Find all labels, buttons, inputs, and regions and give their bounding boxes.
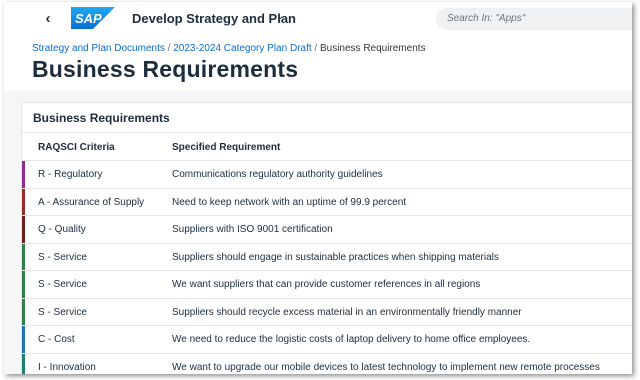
breadcrumb-link-strategy[interactable]: Strategy and Plan Documents bbox=[32, 43, 165, 54]
requirements-table-body: R - Regulatory Communications regulatory… bbox=[22, 160, 632, 374]
row-color-marker bbox=[22, 161, 25, 188]
sap-logo[interactable]: SAP bbox=[71, 7, 115, 29]
criteria-cell: S - Service bbox=[38, 306, 87, 318]
table-row[interactable]: I - Innovation We want to upgrade our mo… bbox=[22, 352, 632, 374]
table-row[interactable]: S - Service We want suppliers that can p… bbox=[22, 270, 632, 298]
app-title[interactable]: Develop Strategy and Plan bbox=[132, 11, 296, 26]
column-header-criteria[interactable]: RAQSCI Criteria bbox=[38, 142, 115, 153]
criteria-cell: I - Innovation bbox=[38, 361, 96, 373]
breadcrumb: Strategy and Plan Documents / 2023-2024 … bbox=[32, 43, 426, 54]
requirement-cell: We need to reduce the logistic costs of … bbox=[172, 334, 531, 345]
table-row[interactable]: S - Service Suppliers should recycle exc… bbox=[22, 297, 632, 325]
requirement-cell: Suppliers with ISO 9001 certification bbox=[172, 224, 333, 235]
table-row[interactable]: A - Assurance of Supply Need to keep net… bbox=[22, 187, 632, 215]
chevron-down-icon[interactable]: ⌄ bbox=[276, 11, 284, 22]
business-requirements-card: Business Requirements RAQSCI Criteria Sp… bbox=[21, 102, 632, 374]
requirement-cell: Communications regulatory authority guid… bbox=[172, 169, 383, 180]
table-row[interactable]: R - Regulatory Communications regulatory… bbox=[22, 160, 632, 188]
card-title: Business Requirements bbox=[33, 111, 170, 125]
chevron-left-icon: ‹ bbox=[45, 10, 51, 27]
content-area: Business Requirements RAQSCI Criteria Sp… bbox=[4, 91, 632, 374]
app-window: ‹ SAP Develop Strategy and Plan ⌄ Search… bbox=[4, 2, 632, 374]
row-color-marker bbox=[22, 188, 25, 215]
criteria-cell: C - Cost bbox=[38, 334, 75, 345]
breadcrumb-current: Business Requirements bbox=[319, 43, 426, 54]
requirement-cell: We want suppliers that can provide custo… bbox=[172, 279, 481, 290]
logo-text: SAP bbox=[75, 11, 102, 26]
table-row[interactable]: C - Cost We need to reduce the logistic … bbox=[22, 325, 632, 353]
criteria-cell: S - Service bbox=[38, 251, 87, 263]
criteria-cell: S - Service bbox=[38, 279, 87, 290]
requirement-cell: Suppliers should engage in sustainable p… bbox=[172, 251, 499, 263]
row-color-marker bbox=[22, 243, 25, 270]
table-row[interactable]: Q - Quality Suppliers with ISO 9001 cert… bbox=[22, 215, 632, 243]
criteria-cell: Q - Quality bbox=[38, 224, 86, 235]
criteria-cell: A - Assurance of Supply bbox=[38, 196, 145, 208]
row-color-marker bbox=[22, 326, 25, 353]
breadcrumb-separator: / bbox=[314, 43, 318, 54]
breadcrumb-separator: / bbox=[167, 43, 171, 54]
table-header: RAQSCI Criteria Specified Requirement bbox=[22, 133, 632, 160]
row-color-marker bbox=[22, 353, 25, 374]
breadcrumb-link-category-plan[interactable]: 2023-2024 Category Plan Draft bbox=[173, 43, 311, 54]
back-button[interactable]: ‹ bbox=[38, 9, 58, 29]
row-color-marker bbox=[22, 216, 25, 243]
shell-bar: ‹ SAP Develop Strategy and Plan ⌄ Search… bbox=[4, 2, 632, 36]
row-color-marker bbox=[22, 298, 25, 325]
criteria-cell: R - Regulatory bbox=[38, 169, 103, 180]
requirement-cell: We want to upgrade our mobile devices to… bbox=[172, 361, 600, 373]
page-title: Business Requirements bbox=[32, 56, 299, 82]
requirement-cell: Need to keep network with an uptime of 9… bbox=[172, 196, 407, 208]
search-field[interactable]: Search In: "Apps" bbox=[436, 8, 632, 30]
requirement-cell: Suppliers should recycle excess material… bbox=[172, 306, 522, 318]
table-row[interactable]: S - Service Suppliers should engage in s… bbox=[22, 242, 632, 270]
row-color-marker bbox=[22, 271, 25, 298]
search-input[interactable]: Search In: "Apps" bbox=[447, 13, 525, 24]
column-header-requirement[interactable]: Specified Requirement bbox=[172, 142, 280, 153]
